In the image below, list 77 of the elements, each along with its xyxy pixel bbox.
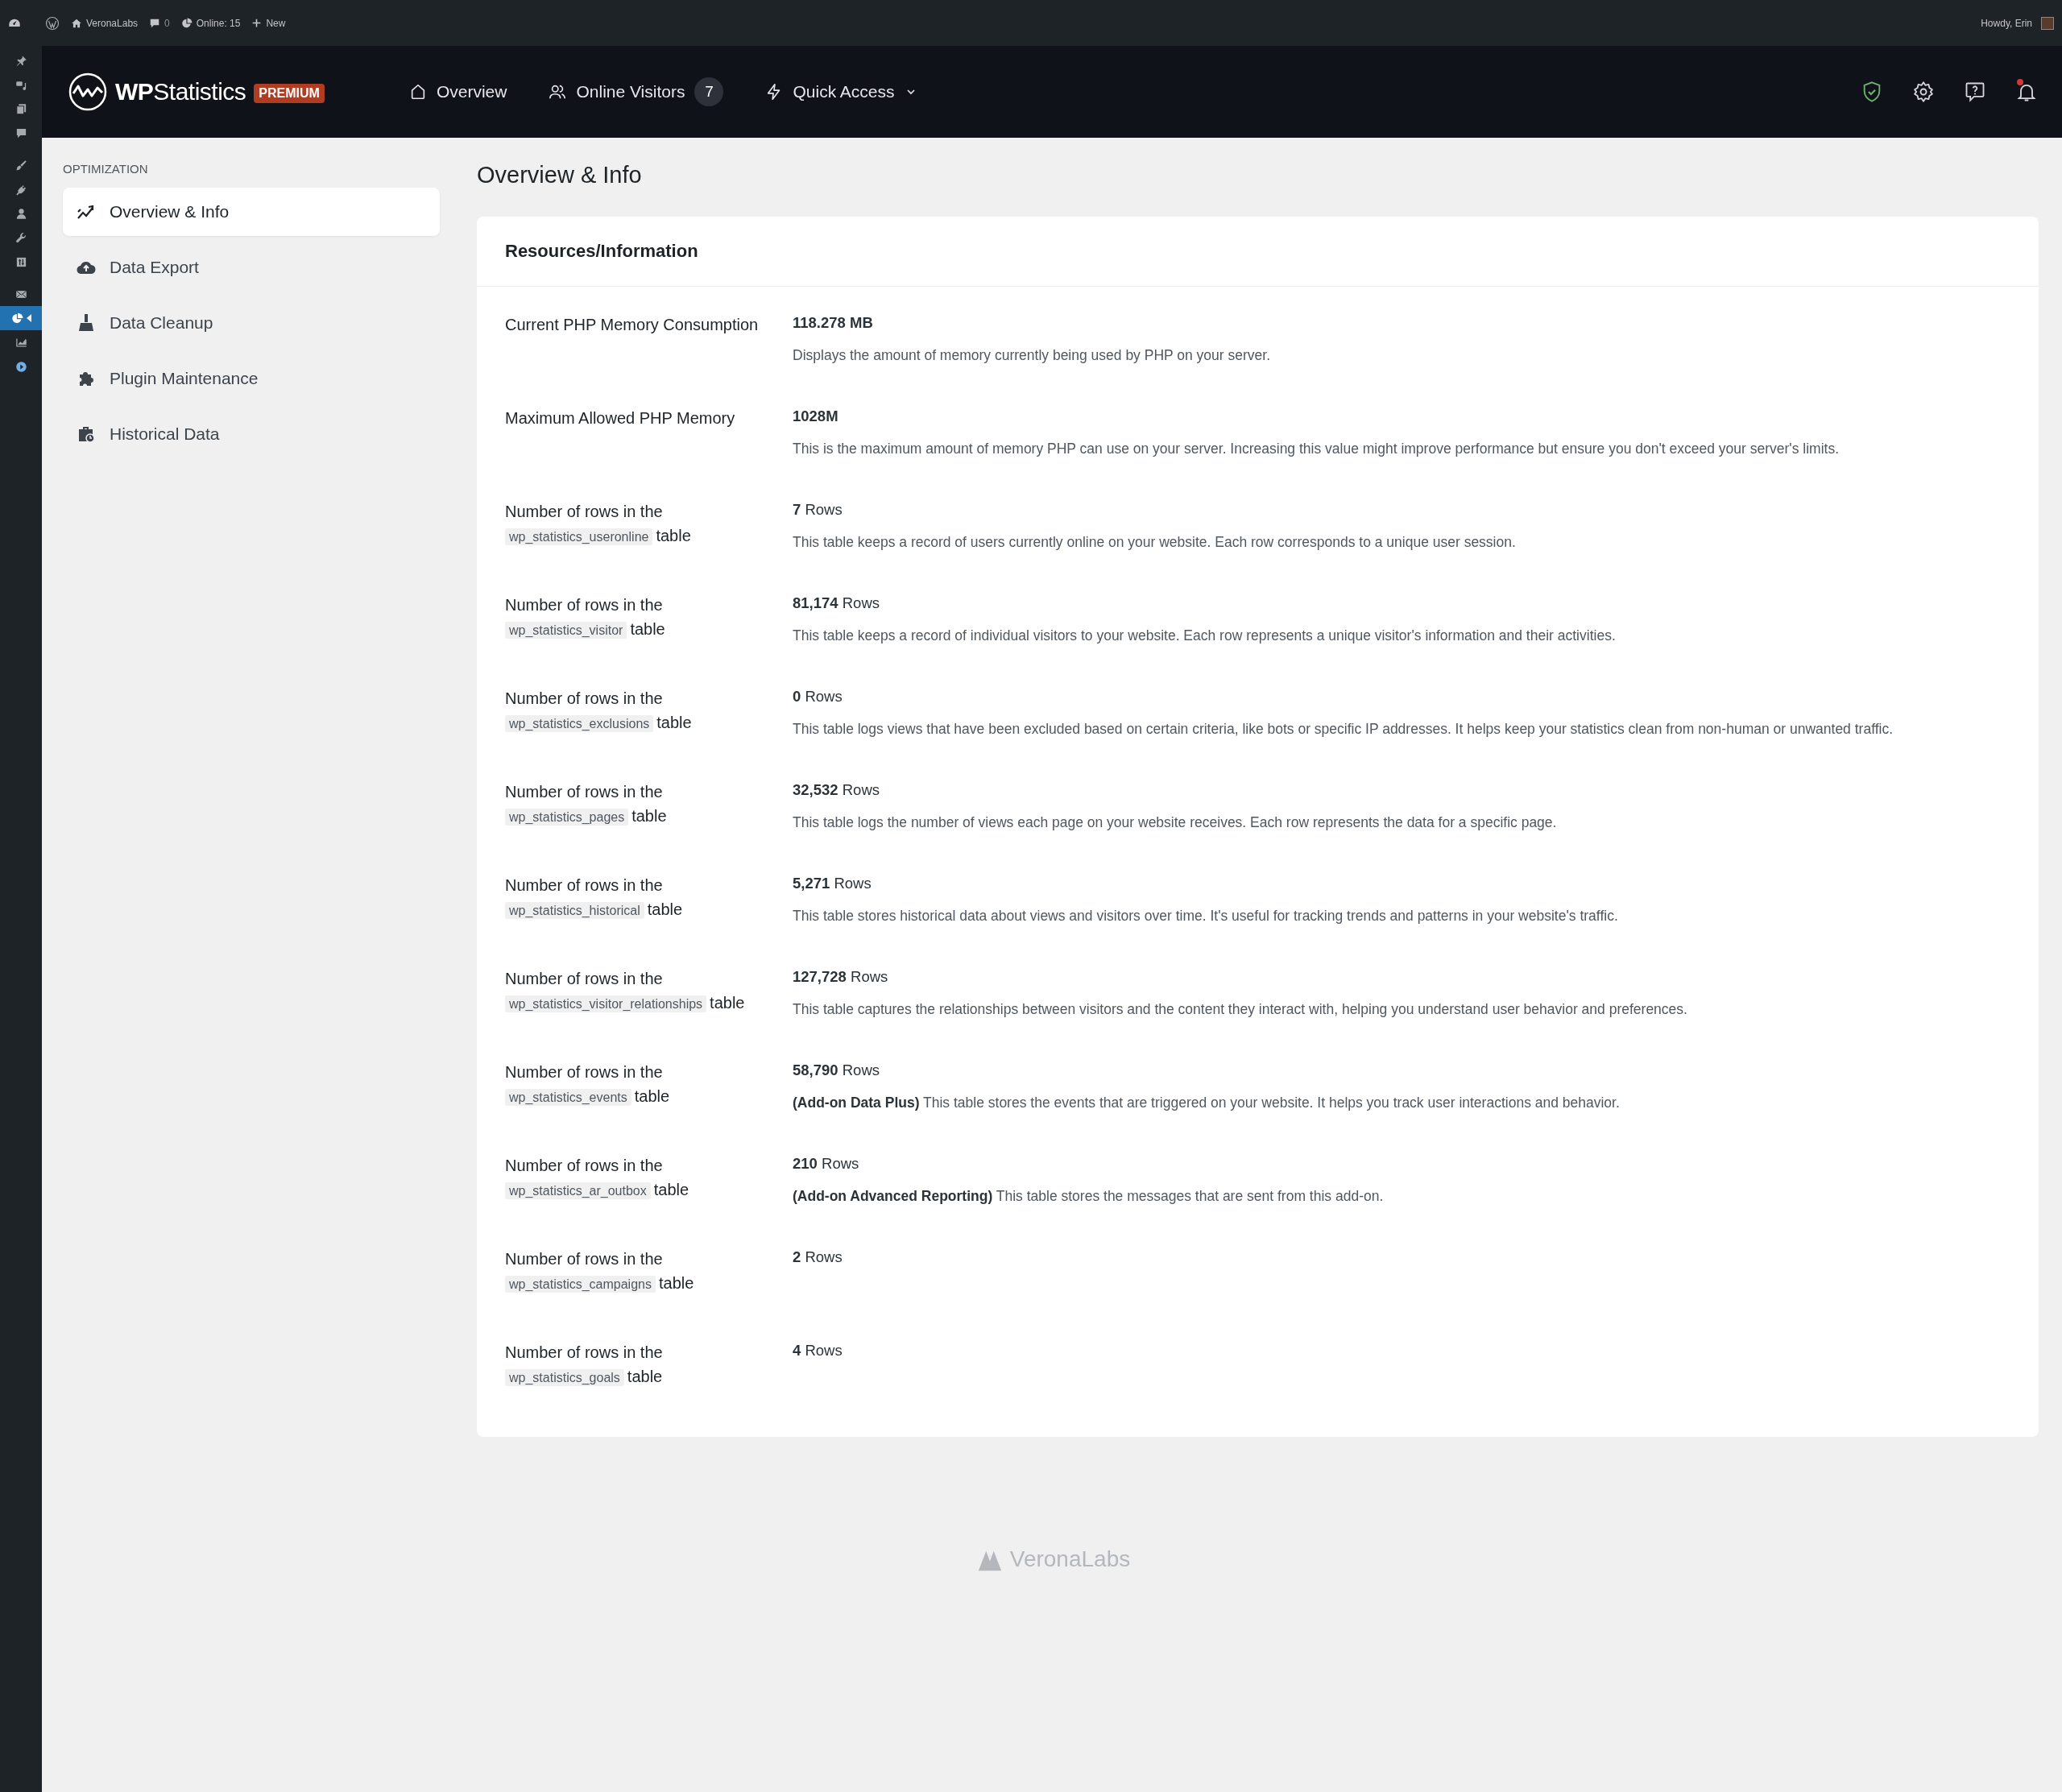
- row-label: Number of rows in the wp_statistics_pages table: [505, 782, 668, 827]
- row-value: 210 Rows: [793, 1155, 860, 1173]
- row-value: 81,174 Rows: [793, 594, 880, 612]
- plus-icon: [251, 18, 263, 28]
- row-value: 2 Rows: [793, 1248, 843, 1266]
- row-description: This is the maximum amount of memory PHP can use on your server. Increasing this value might improve performance but ensure you don't exceed your server's limits.: [793, 440, 1840, 458]
- account-link[interactable]: Howdy, Erin: [1981, 16, 2054, 30]
- row-label: Number of rows in the wp_statistics_campaigns table: [505, 1249, 695, 1294]
- nav-link[interactable]: Quick Access: [765, 82, 917, 101]
- bell-icon[interactable]: [2015, 81, 2038, 103]
- row-description: (Add-on Data Plus) This table stores the events that are triggered on your website. It helps you track user interactions and behavior.: [793, 1094, 1621, 1112]
- row-value: 7 Rows: [793, 501, 843, 519]
- comment-icon: [149, 17, 161, 29]
- row-description: This table logs the number of views each page on your website receives. Each row represents the data for a specific page.: [793, 813, 1558, 832]
- row-label: Number of rows in the wp_statistics_goals table: [505, 1343, 664, 1388]
- admin-menu-item[interactable]: [0, 306, 42, 330]
- row-value: 5,271 Rows: [793, 875, 872, 892]
- row-value: 32,532 Rows: [793, 781, 880, 799]
- users-icon: [549, 83, 567, 101]
- row-description: (Add-on Advanced Reporting) This table stores the messages that are sent from this add-on.: [793, 1187, 1385, 1206]
- page-title: Overview & Info: [477, 161, 643, 189]
- row-description: This table logs views that have been excluded based on certain criteria, like bots or specific IP addresses. It helps keep your statistics clean from non-human or unwanted traffic.: [793, 720, 1894, 739]
- row-value: 58,790 Rows: [793, 1062, 880, 1079]
- online-link[interactable]: Online: 15: [180, 17, 241, 29]
- wrench-icon: [14, 231, 27, 244]
- brush-icon: [14, 159, 27, 172]
- briefcase-clock-icon: [77, 424, 96, 444]
- row-description: This table keeps a record of individual visitors to your website. Each row represents a unique visitor's information and their activities.: [793, 627, 1617, 645]
- row-label: Number of rows in the wp_statistics_visitor_relationships table: [505, 969, 746, 1014]
- waveform-logo-icon: [68, 72, 107, 111]
- row-description: This table captures the relationships between visitors and the content they interact with, helping you understand user behavior and preferences.: [793, 1000, 1688, 1019]
- play-circle-icon: [14, 360, 27, 373]
- sidebar-item[interactable]: Overview & Info: [63, 188, 440, 236]
- row-value: 118.278 MB: [793, 314, 874, 332]
- pie-chart-icon: [10, 312, 23, 325]
- card-title: Resources/Information: [477, 217, 2039, 287]
- wordpress-logo-icon[interactable]: [45, 15, 60, 31]
- user-icon: [14, 207, 27, 220]
- help-icon[interactable]: [1964, 81, 1986, 103]
- pie-chart-icon: [180, 17, 193, 29]
- row-label: Number of rows in the wp_statistics_events table: [505, 1062, 671, 1107]
- row-label: Maximum Allowed PHP Memory: [505, 408, 736, 428]
- new-link[interactable]: New: [251, 17, 286, 29]
- row-label: Number of rows in the wp_statistics_exclusions table: [505, 689, 693, 734]
- sidebar-item[interactable]: Data Export: [63, 243, 440, 292]
- row-value: 127,728 Rows: [793, 968, 889, 986]
- sidebar-heading: OPTIMIZATION: [63, 162, 149, 176]
- brand-text: VeronaLabs: [1009, 1546, 1131, 1572]
- pointer-arrow-icon: [26, 314, 31, 322]
- logo-text: WPStatistics: [115, 78, 246, 106]
- row-value: 4 Rows: [793, 1342, 843, 1360]
- count-badge: 7: [694, 77, 724, 106]
- row-label: Number of rows in the wp_statistics_ar_outbox table: [505, 1156, 690, 1201]
- home-icon: [71, 17, 82, 29]
- row-description: This table stores historical data about views and visitors over time. It's useful for tracking trends and patterns in your website's traffic.: [793, 907, 1619, 925]
- settings-icon[interactable]: [1912, 81, 1935, 103]
- row-value: 1028M: [793, 408, 839, 425]
- plug-icon: [14, 183, 27, 196]
- row-value: 0 Rows: [793, 688, 843, 706]
- row-description: This table keeps a record of users currently online on your website. Each row corresponds to a unique user session.: [793, 533, 1517, 552]
- row-label: Current PHP Memory Consumption: [505, 315, 760, 335]
- sliders-icon: [14, 255, 27, 268]
- pages-icon: [14, 102, 27, 115]
- row-label: Number of rows in the wp_statistics_historical table: [505, 875, 684, 921]
- row-description: Displays the amount of memory currently being used by PHP on your server.: [793, 346, 1271, 365]
- pin-icon: [14, 54, 27, 67]
- site-link[interactable]: VeronaLabs: [71, 17, 139, 29]
- premium-badge: PREMIUM: [254, 84, 325, 103]
- sidebar-item[interactable]: Historical Data: [63, 410, 440, 458]
- nav-link[interactable]: Online Visitors 7: [549, 77, 724, 106]
- row-label: Number of rows in the wp_statistics_visitor table: [505, 595, 666, 640]
- sidebar-item[interactable]: Plugin Maintenance: [63, 354, 440, 403]
- row-label: Number of rows in the wp_statistics_useronline table: [505, 502, 692, 547]
- sidebar-item[interactable]: Data Cleanup: [63, 299, 440, 347]
- comment-icon: [14, 126, 27, 139]
- comments-link[interactable]: 0: [149, 17, 170, 29]
- nav-link[interactable]: Overview: [408, 82, 507, 101]
